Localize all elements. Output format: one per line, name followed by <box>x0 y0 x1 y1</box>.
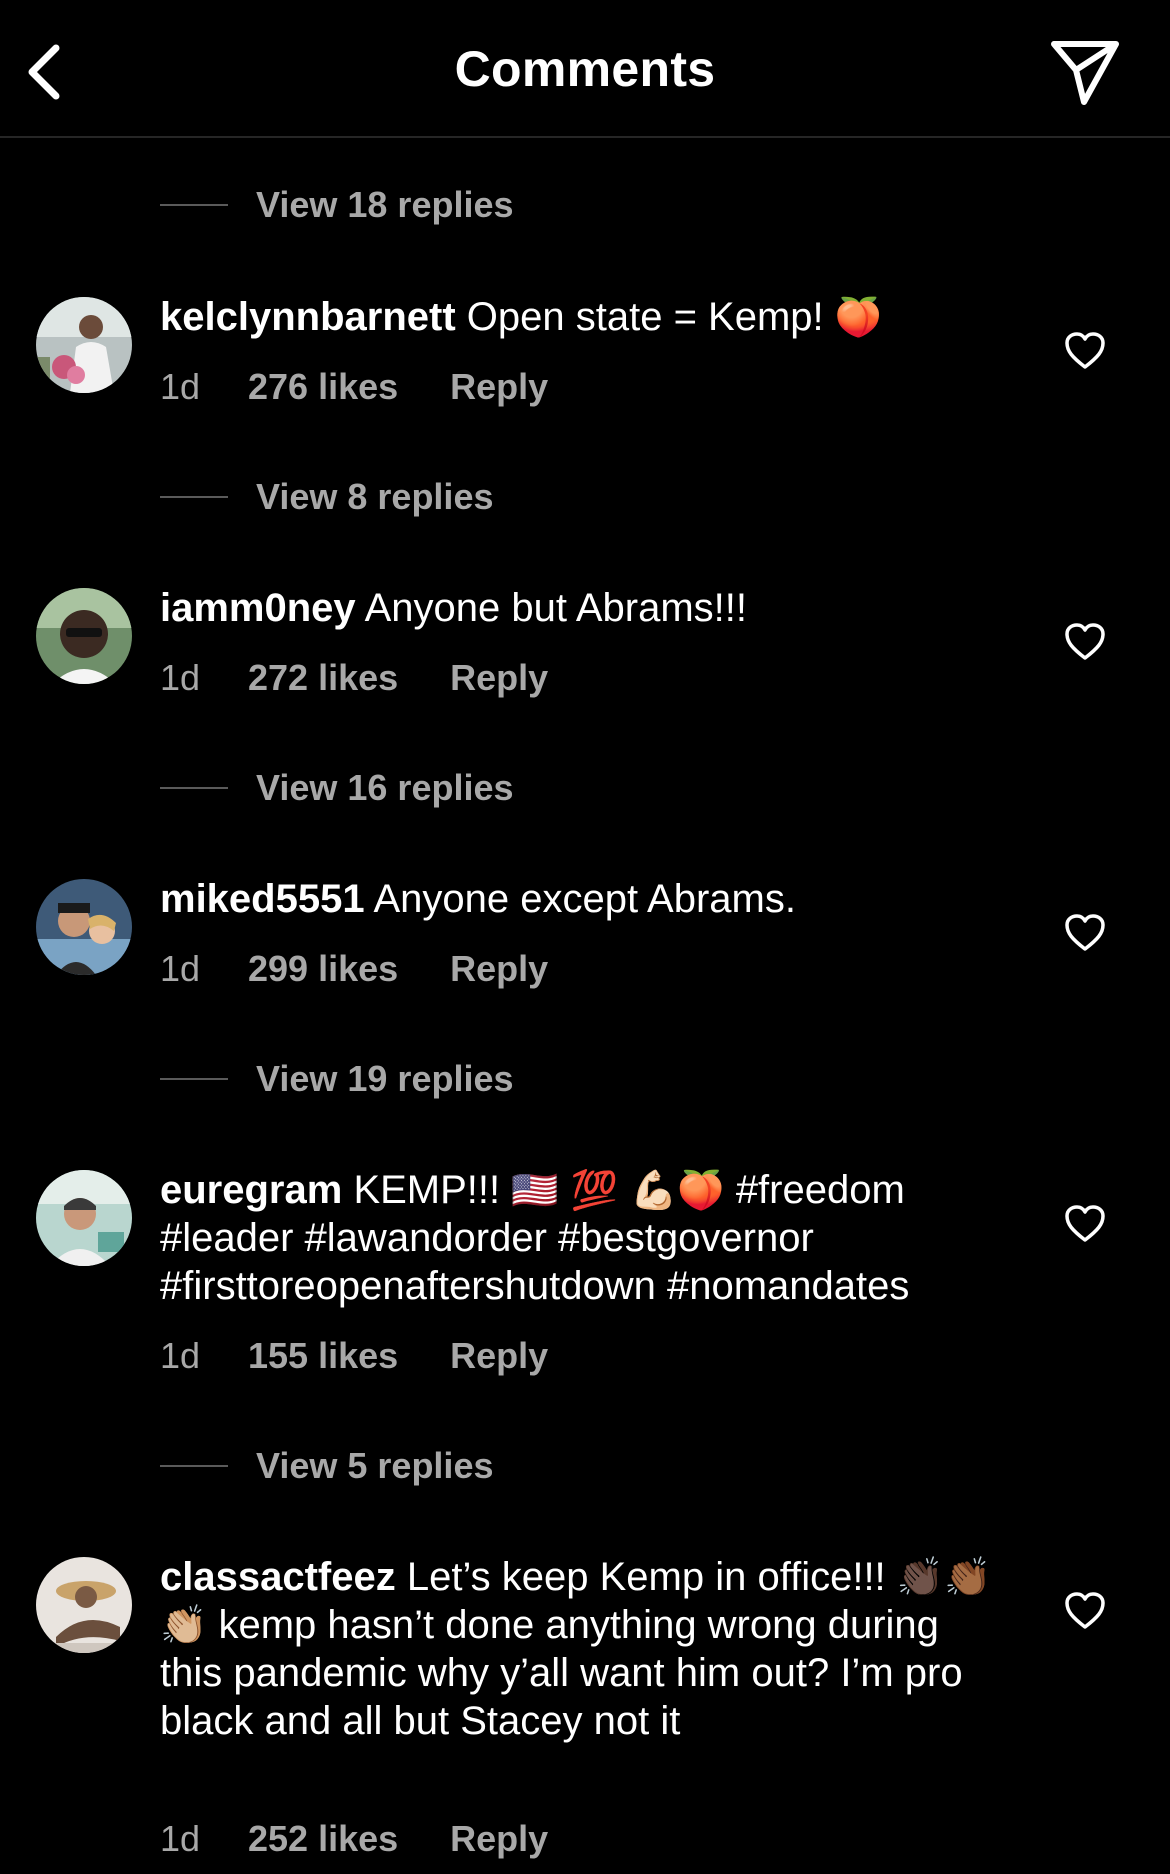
comment-username[interactable]: euregram <box>160 1168 342 1212</box>
view-replies-label: View 8 replies <box>256 476 494 517</box>
comment-username[interactable]: classactfeez <box>160 1555 396 1599</box>
comment-age: 1d <box>160 366 201 407</box>
view-replies-button[interactable]: View 18 replies <box>160 180 514 230</box>
heart-icon[interactable] <box>1064 913 1106 953</box>
view-replies-label: View 16 replies <box>256 767 514 808</box>
comment-text: kelclynnbarnett Open state = Kemp! 🍑 <box>160 293 1010 341</box>
reply-thread-line <box>160 204 228 206</box>
avatar[interactable] <box>36 1170 132 1266</box>
comment-text: euregram KEMP!!! 🇺🇸 💯 💪🏻🍑 #freedom #lead… <box>160 1166 1010 1310</box>
avatar[interactable] <box>36 588 132 684</box>
view-replies-button[interactable]: View 16 replies <box>160 763 514 813</box>
avatar-image <box>36 1557 132 1653</box>
comment-username[interactable]: iamm0ney <box>160 586 356 630</box>
reply-button[interactable]: Reply <box>450 1335 548 1377</box>
reply-button[interactable]: Reply <box>450 657 548 699</box>
comment-meta: 1d 272 likes Reply <box>160 654 548 702</box>
reply-button[interactable]: Reply <box>450 366 548 408</box>
reply-thread-line <box>160 1078 228 1080</box>
comment-text: miked5551 Anyone except Abrams. <box>160 875 1010 923</box>
like-count[interactable]: 276 likes <box>248 366 398 408</box>
header: Comments <box>0 0 1170 138</box>
share-button[interactable] <box>1048 36 1122 110</box>
comment-body-start: KEMP!!! <box>353 1168 501 1212</box>
comment-username[interactable]: kelclynnbarnett <box>160 295 456 339</box>
reply-button[interactable]: Reply <box>450 1818 548 1860</box>
like-count[interactable]: 299 likes <box>248 948 398 990</box>
view-replies-button[interactable]: View 19 replies <box>160 1054 514 1104</box>
comment-meta: 1d 155 likes Reply <box>160 1332 548 1380</box>
like-count[interactable]: 272 likes <box>248 657 398 699</box>
comment-body-end: kemp hasn’t done anything wrong during t… <box>160 1603 963 1743</box>
heart-icon[interactable] <box>1064 331 1106 371</box>
comment-text: classactfeez Let’s keep Kemp in office!!… <box>160 1553 1010 1745</box>
peach-emoji: 🍑 <box>834 295 883 339</box>
reply-thread-line <box>160 787 228 789</box>
comment-age: 1d <box>160 657 201 698</box>
reply-thread-line <box>160 1465 228 1467</box>
heart-icon[interactable] <box>1064 1204 1106 1244</box>
comment-age: 1d <box>160 1335 201 1376</box>
comment-body: Anyone except Abrams. <box>373 877 796 921</box>
reply-thread-line <box>160 496 228 498</box>
comment-username[interactable]: miked5551 <box>160 877 365 921</box>
flag-100-muscle-peach-emoji: 🇺🇸 💯 💪🏻🍑 <box>511 1168 725 1212</box>
avatar[interactable] <box>36 297 132 393</box>
comment-meta: 1d 299 likes Reply <box>160 945 548 993</box>
comment-age: 1d <box>160 1818 201 1859</box>
avatar-image <box>36 588 132 684</box>
heart-icon[interactable] <box>1064 1591 1106 1631</box>
heart-icon[interactable] <box>1064 622 1106 662</box>
comment-body-start: Let’s keep Kemp in office!!! <box>406 1555 886 1599</box>
avatar-image <box>36 1170 132 1266</box>
view-replies-label: View 18 replies <box>256 184 514 225</box>
avatar-image <box>36 297 132 393</box>
avatar-image <box>36 879 132 975</box>
comment-text: iamm0ney Anyone but Abrams!!! <box>160 584 1010 632</box>
comment-meta: 1d 276 likes Reply <box>160 363 548 411</box>
view-replies-button[interactable]: View 5 replies <box>160 1441 493 1491</box>
comment-meta: 1d 252 likes Reply <box>160 1815 548 1863</box>
comment-body: Anyone but Abrams!!! <box>364 586 748 630</box>
view-replies-button[interactable]: View 8 replies <box>160 472 493 522</box>
comment-body: Open state = Kemp! <box>466 295 824 339</box>
page-title: Comments <box>454 41 716 97</box>
reply-button[interactable]: Reply <box>450 948 548 990</box>
send-icon <box>1051 41 1119 105</box>
avatar[interactable] <box>36 879 132 975</box>
like-count[interactable]: 155 likes <box>248 1335 398 1377</box>
view-replies-label: View 5 replies <box>256 1445 494 1486</box>
like-count[interactable]: 252 likes <box>248 1818 398 1860</box>
avatar[interactable] <box>36 1557 132 1653</box>
comment-age: 1d <box>160 948 201 989</box>
view-replies-label: View 19 replies <box>256 1058 514 1099</box>
